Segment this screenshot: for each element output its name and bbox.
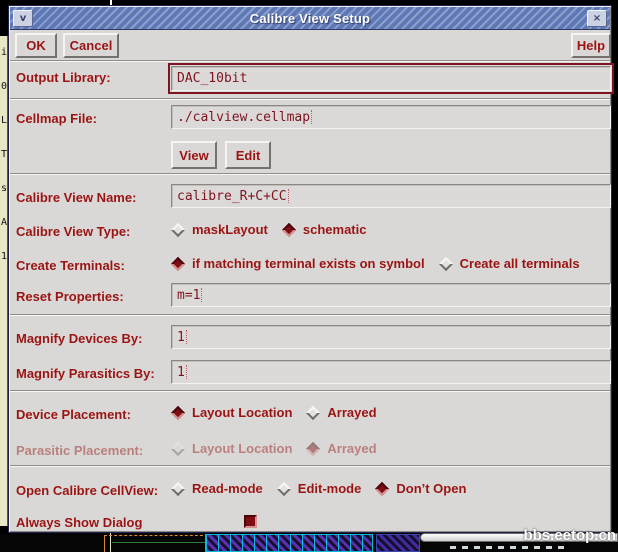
calibre-view-setup-dialog: v Calibre View Setup × OK Cancel Help Ou… (8, 5, 614, 533)
radio-label: Arrayed (327, 441, 377, 456)
output-library-label: Output Library: (16, 70, 111, 85)
magnify-parasitics-label: Magnify Parasitics By: (16, 366, 155, 381)
radio-label: Read-mode (192, 481, 263, 496)
radio-diamond-selected-icon[interactable] (375, 481, 390, 496)
separator (10, 465, 610, 467)
magnify-devices-value: 1 (177, 329, 185, 345)
always-show-dialog-label: Always Show Dialog (16, 515, 143, 530)
device-placement-label: Device Placement: (16, 407, 131, 422)
create-terminals-label: Create Terminals: (16, 258, 125, 273)
radio-read-mode[interactable]: Read-mode (170, 481, 263, 496)
view-type-label: Calibre View Type: (16, 224, 131, 239)
radio-diamond-icon[interactable] (170, 481, 186, 496)
titlebar[interactable]: v Calibre View Setup × (10, 7, 610, 30)
radio-diamond-icon (170, 441, 186, 456)
radio-label: maskLayout (192, 222, 268, 237)
reset-properties-input[interactable]: m=1 (171, 283, 611, 307)
radio-dont-open[interactable]: Don’t Open (375, 481, 466, 496)
separator (10, 314, 610, 316)
open-cellview-radio-group: Read-mode Edit-mode Don’t Open (170, 481, 466, 496)
radio-create-all-terminals[interactable]: Create all terminals (438, 256, 580, 271)
text-cursor (185, 365, 187, 379)
radio-diamond-icon[interactable] (306, 405, 321, 420)
separator (10, 173, 610, 175)
radio-diamond-selected-icon[interactable] (281, 222, 296, 237)
radio-layout-location[interactable]: Layout Location (170, 405, 293, 420)
text-cursor (311, 110, 313, 124)
parasitic-placement-label: Parasitic Placement: (16, 443, 144, 458)
open-cellview-label: Open Calibre CellView: (16, 483, 159, 498)
window-menu-icon[interactable]: v (13, 9, 33, 27)
magnify-parasitics-value: 1 (177, 364, 185, 380)
radio-if-matching-terminal[interactable]: if matching terminal exists on symbol (170, 256, 425, 271)
magnify-parasitics-input[interactable]: 1 (171, 360, 611, 384)
help-button[interactable]: Help (571, 33, 611, 58)
view-name-label: Calibre View Name: (16, 190, 137, 205)
text-cursor (287, 189, 289, 203)
radio-diamond-icon[interactable] (170, 222, 186, 237)
radio-label: Layout Location (192, 441, 293, 456)
text-cursor (185, 330, 187, 344)
separator (10, 390, 610, 392)
radio-diamond-selected-icon[interactable] (170, 256, 186, 271)
radio-edit-mode[interactable]: Edit-mode (276, 481, 362, 496)
separator (10, 98, 610, 100)
radio-masklayout[interactable]: maskLayout (170, 222, 268, 237)
magnify-devices-label: Magnify Devices By: (16, 331, 143, 346)
radio-label: Create all terminals (459, 256, 580, 271)
close-icon[interactable]: × (587, 10, 607, 27)
view-name-value: calibre_R+C+CC (177, 188, 287, 204)
cellmap-file-input[interactable]: ./calview.cellmap (171, 105, 611, 129)
radio-label: Layout Location (192, 405, 293, 420)
layout-dashed-rect (104, 535, 208, 552)
device-placement-radio-group: Layout Location Arrayed (170, 405, 377, 420)
radio-diamond-selected-icon (306, 441, 321, 456)
output-library-input[interactable]: DAC_10bit (171, 66, 611, 91)
reset-properties-label: Reset Properties: (16, 289, 124, 304)
always-show-dialog-checkbox[interactable] (244, 515, 257, 528)
cancel-button[interactable]: Cancel (63, 33, 119, 58)
watermark-text: bbs.eetop.cn (523, 527, 616, 544)
background-window-strip: i 0 L T s A 1 (0, 36, 8, 526)
radio-diamond-selected-icon[interactable] (170, 405, 186, 420)
edit-button[interactable]: Edit (225, 141, 271, 169)
radio-label: Arrayed (327, 405, 377, 420)
radio-label: schematic (302, 222, 367, 237)
radio-arrayed[interactable]: Arrayed (306, 405, 377, 420)
radio-layout-location-disabled: Layout Location (170, 441, 293, 456)
radio-arrayed-disabled: Arrayed (306, 441, 377, 456)
magnify-devices-input[interactable]: 1 (171, 325, 611, 349)
layout-hatched-block (205, 534, 373, 552)
view-type-radio-group: maskLayout schematic (170, 222, 367, 237)
layout-tick-marks (450, 546, 570, 549)
separator (10, 60, 610, 62)
ok-button[interactable]: OK (15, 33, 57, 58)
cellmap-file-value: ./calview.cellmap (177, 109, 311, 125)
radio-diamond-icon[interactable] (276, 481, 291, 496)
output-library-value: DAC_10bit (177, 71, 248, 86)
radio-label: Don’t Open (396, 481, 467, 496)
radio-label: if matching terminal exists on symbol (192, 256, 425, 271)
view-name-input[interactable]: calibre_R+C+CC (171, 184, 611, 208)
radio-label: Edit-mode (297, 481, 362, 496)
radio-diamond-icon[interactable] (438, 256, 453, 271)
radio-schematic[interactable]: schematic (281, 222, 367, 237)
parasitic-placement-radio-group: Layout Location Arrayed (170, 441, 377, 456)
reset-properties-value: m=1 (177, 287, 201, 303)
view-button[interactable]: View (171, 141, 217, 169)
output-library-focus-ring: DAC_10bit (168, 63, 614, 94)
window-title: Calibre View Setup (249, 10, 371, 26)
text-cursor (201, 288, 203, 302)
cellmap-file-label: Cellmap File: (16, 111, 97, 126)
create-terminals-radio-group: if matching terminal exists on symbol Cr… (170, 256, 580, 271)
layout-hatched-block-2 (376, 534, 420, 552)
